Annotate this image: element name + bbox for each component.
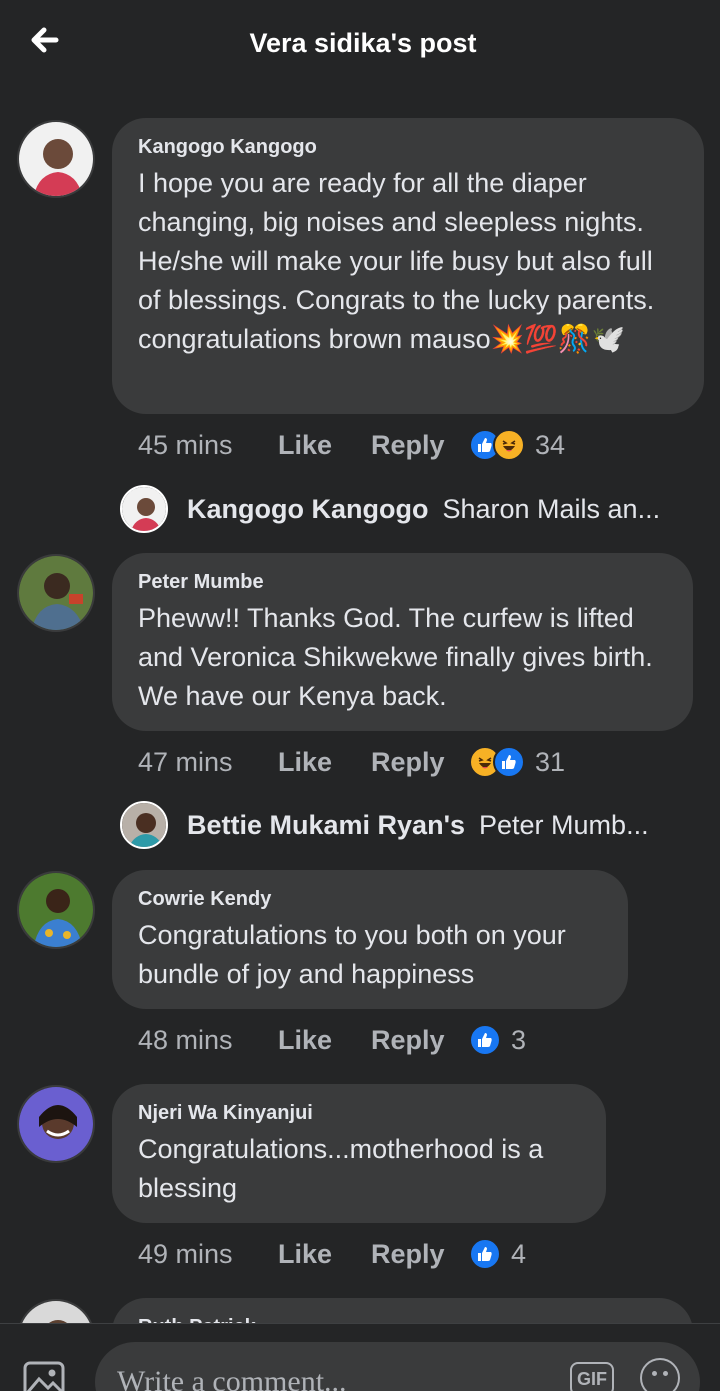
comment-text: Pheww!! Thanks God. The curfew is lifted… [138,603,653,711]
reaction-summary[interactable]: 4 [469,1238,526,1270]
comment-bubble[interactable]: Peter Mumbe Pheww!! Thanks God. The curf… [112,553,693,731]
reply-button[interactable]: Reply [371,1025,469,1056]
comment-author[interactable]: Njeri Wa Kinyanjui [138,1100,580,1126]
avatar[interactable] [17,554,95,632]
page-title: Vera sidika's post [249,28,477,58]
comment-time: 48 mins [138,1024,233,1055]
comment-text: Congratulations...motherhood is a blessi… [138,1134,544,1203]
like-reaction-icon [493,746,525,778]
reaction-summary[interactable]: 34 [469,429,565,461]
reply-author: Kangogo Kangogo [187,493,429,524]
emoji-icon[interactable] [640,1358,680,1391]
reply-snippet: Sharon Mails an... [442,493,661,524]
top-bar: Vera sidika's post [0,0,720,90]
comment-time: 47 mins [138,746,233,777]
comment-bubble[interactable]: Cowrie Kendy Congratulations to you both… [112,870,628,1009]
gif-button[interactable]: GIF [570,1362,614,1391]
comment-actions: 49 mins Like Reply 4 [138,1234,526,1274]
like-reaction-icon [469,1238,501,1270]
avatar[interactable] [17,120,95,198]
comment-bubble[interactable]: Kangogo Kangogo I hope you are ready for… [112,118,704,414]
comment-bubble[interactable]: Njeri Wa Kinyanjui Congratulations...mot… [112,1084,606,1223]
reply-button[interactable]: Reply [371,430,469,461]
haha-reaction-icon [493,429,525,461]
reply-avatar [120,485,168,533]
view-reply-link[interactable]: Kangogo Kangogo Sharon Mails an... [120,485,660,533]
comment-composer: GIF [0,1323,720,1391]
comment-time: 45 mins [138,429,233,460]
like-button[interactable]: Like [278,1239,371,1270]
comment-actions: 47 mins Like Reply 31 [138,742,565,782]
reply-author: Bettie Mukami Ryan's [187,809,466,840]
comment-text: I hope you are ready for all the diaper … [138,168,655,354]
avatar[interactable] [17,871,95,949]
comment-author[interactable]: Cowrie Kendy [138,886,602,912]
reply-snippet: Peter Mumb... [479,809,649,840]
like-button[interactable]: Like [278,430,371,461]
reply-avatar [120,801,168,849]
avatar[interactable] [17,1085,95,1163]
reaction-count: 34 [535,429,566,460]
photo-icon[interactable] [22,1360,68,1391]
comment-text: Congratulations to you both on your bund… [138,920,566,989]
comment-time: 49 mins [138,1238,233,1269]
like-button[interactable]: Like [278,1025,371,1056]
comment-actions: 48 mins Like Reply 3 [138,1020,526,1060]
comment-author[interactable]: Peter Mumbe [138,569,667,595]
reaction-summary[interactable]: 31 [469,746,565,778]
reaction-summary[interactable]: 3 [469,1024,526,1056]
comment-author[interactable]: Kangogo Kangogo [138,134,678,160]
reply-button[interactable]: Reply [371,747,469,778]
reaction-count: 3 [511,1024,527,1055]
reaction-count: 31 [535,746,566,777]
like-button[interactable]: Like [278,747,371,778]
reply-button[interactable]: Reply [371,1239,469,1270]
reaction-count: 4 [511,1238,527,1269]
view-reply-link[interactable]: Bettie Mukami Ryan's Peter Mumb... [120,801,649,849]
like-reaction-icon [469,1024,501,1056]
comment-actions: 45 mins Like Reply 34 [138,425,565,465]
